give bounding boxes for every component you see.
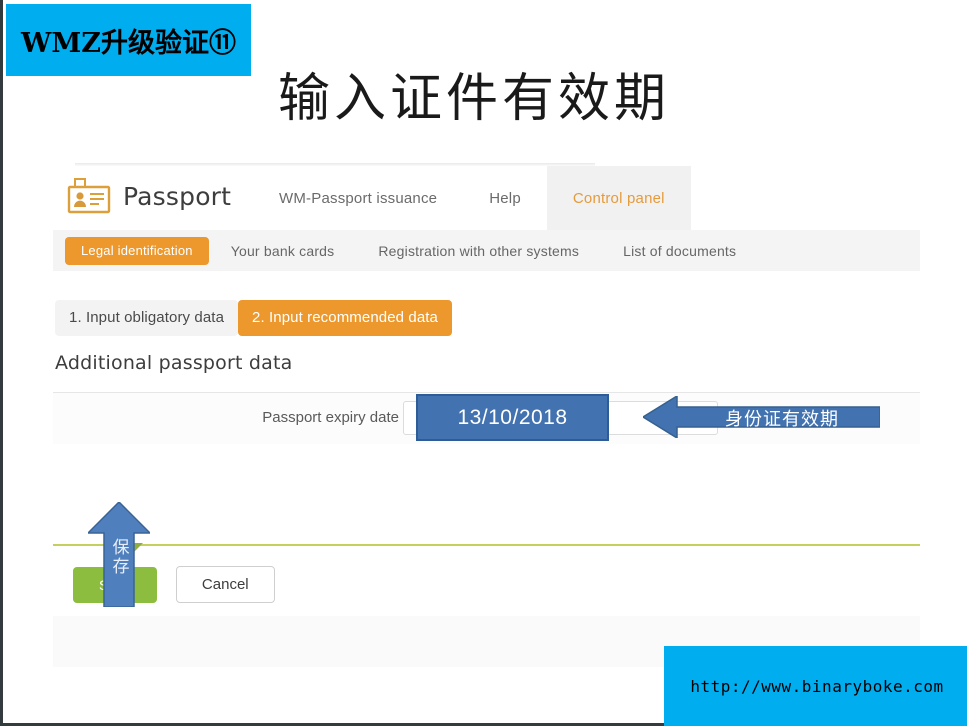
top-nav-item-control-panel[interactable]: Control panel <box>546 166 691 230</box>
passport-expiry-label: Passport expiry date <box>262 409 399 426</box>
step-tab-obligatory-data[interactable]: 1. Input obligatory data <box>55 300 239 336</box>
top-nav: WM-Passport issuance Help Control panel <box>253 166 691 230</box>
slide-badge: WMZ升级验证⑪ <box>6 4 251 76</box>
site-logo[interactable]: Passport <box>67 178 231 214</box>
date-callout-label: 13/10/2018 <box>457 405 568 429</box>
up-arrow-annotation: 保存 <box>88 502 150 607</box>
step-tabs: 1. Input obligatory data 2. Input recomm… <box>55 300 452 336</box>
site-logo-label: Passport <box>123 181 232 211</box>
left-arrow-label: 身份证有效期 <box>725 409 839 429</box>
form-divider-green <box>53 544 920 546</box>
sub-nav-item-your-bank-cards[interactable]: Your bank cards <box>209 243 357 259</box>
left-arrow-annotation: 身份证有效期 <box>643 396 880 438</box>
sub-nav-item-legal-identification[interactable]: Legal identification <box>65 236 209 265</box>
site-header: Passport WM-Passport issuance Help Contr… <box>53 166 920 230</box>
id-card-icon <box>67 178 111 214</box>
up-arrow-label: 保存 <box>109 538 129 576</box>
up-arrow-label-wrap: 保存 <box>88 538 150 576</box>
slide-title: 输入证件有效期 <box>278 69 671 129</box>
footer-url-band: http://www.binaryboke.com <box>664 646 967 726</box>
step-tab-recommended-data[interactable]: 2. Input recommended data <box>238 300 452 336</box>
sub-nav-item-list-of-documents[interactable]: List of documents <box>601 243 758 259</box>
section-title: Additional passport data <box>55 352 293 374</box>
sub-nav: Legal identification Your bank cards Reg… <box>53 230 920 271</box>
slide-badge-label: WMZ升级验证⑪ <box>21 27 236 59</box>
date-callout-box: 13/10/2018 <box>416 394 609 441</box>
passport-app-panel: Passport WM-Passport issuance Help Contr… <box>53 163 920 667</box>
footer-url-label: http://www.binaryboke.com <box>690 676 944 696</box>
cancel-button[interactable]: Cancel <box>175 566 275 603</box>
top-nav-item-wm-passport-issuance[interactable]: WM-Passport issuance <box>253 166 463 230</box>
top-nav-item-help[interactable]: Help <box>463 166 547 230</box>
sub-nav-item-registration-other-systems[interactable]: Registration with other systems <box>356 243 601 259</box>
